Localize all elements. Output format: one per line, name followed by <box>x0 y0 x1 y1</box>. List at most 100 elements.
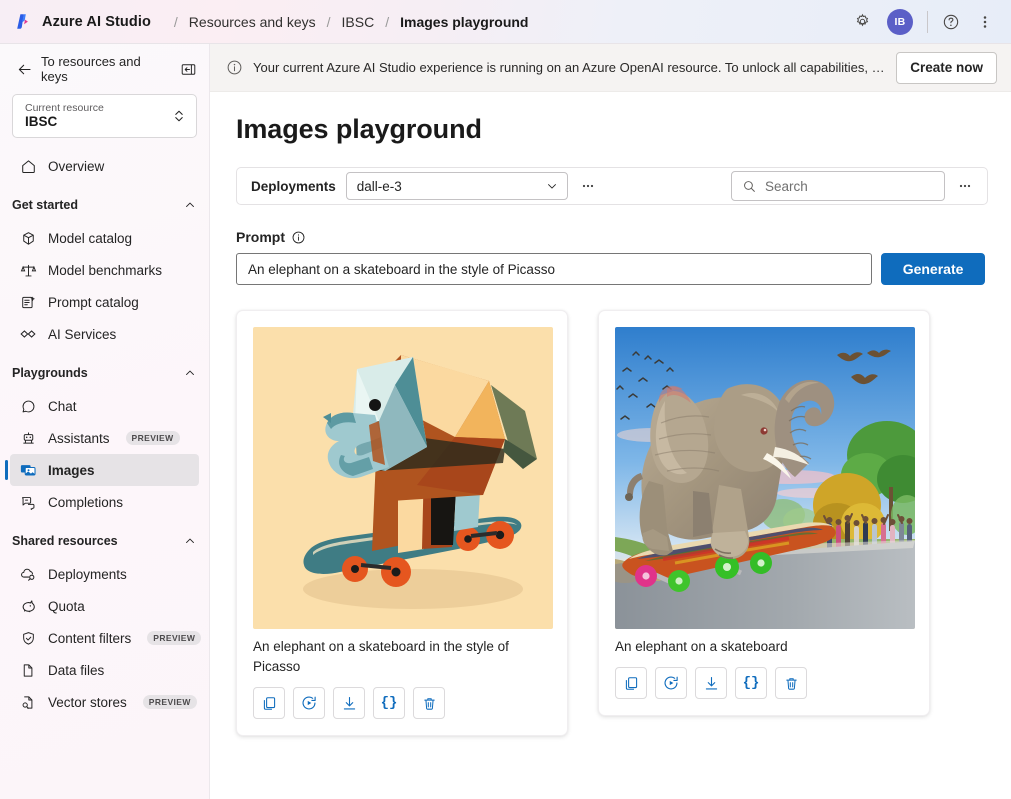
page-title: Images playground <box>236 114 482 144</box>
json-braces-icon[interactable]: {} <box>373 687 405 719</box>
trash-icon[interactable] <box>775 667 807 699</box>
sidebar-item-completions[interactable]: Completions <box>10 486 199 518</box>
sidebar-group-shared-resources-title: Shared resources <box>12 534 118 548</box>
sidebar-item-content-filters-label: Content filters <box>48 630 132 646</box>
brand[interactable]: Azure AI Studio <box>0 12 151 32</box>
prompt-sparkle-icon <box>19 293 37 311</box>
json-braces-icon[interactable]: {} <box>735 667 767 699</box>
copy-icon[interactable] <box>615 667 647 699</box>
sidebar-group-playgrounds[interactable]: Playgrounds <box>12 358 197 388</box>
prompt-label: Prompt <box>236 229 285 245</box>
generated-image-realistic-elephant[interactable] <box>615 327 915 629</box>
sidebar-item-assistants-label: Assistants <box>48 430 110 446</box>
more-vertical-icon[interactable] <box>969 6 1001 38</box>
card-actions: {} <box>615 667 913 699</box>
cloud-deploy-icon <box>19 565 37 583</box>
chevron-up-icon <box>183 534 197 548</box>
trash-icon[interactable] <box>413 687 445 719</box>
create-now-button[interactable]: Create now <box>896 51 997 84</box>
sidebar-item-chat-label: Chat <box>48 398 77 414</box>
piggy-bank-icon <box>19 597 37 615</box>
sidebar-item-prompt-catalog[interactable]: Prompt catalog <box>10 286 199 318</box>
upgrade-banner-text: Your current Azure AI Studio experience … <box>253 60 887 75</box>
current-resource-label: Current resource <box>25 102 104 114</box>
preview-badge: PREVIEW <box>142 695 197 709</box>
header-divider <box>927 10 928 33</box>
deployments-label: Deployments <box>251 178 336 194</box>
sidebar-back-to-resources[interactable]: To resources and keys <box>0 54 209 84</box>
preview-badge: PREVIEW <box>147 631 202 645</box>
sidebar-item-data-files-label: Data files <box>48 662 105 678</box>
sidebar-item-ai-services-label: AI Services <box>48 326 117 342</box>
regenerate-icon[interactable] <box>293 687 325 719</box>
sidebar-item-quota[interactable]: Quota <box>10 590 199 622</box>
sidebar-item-model-catalog-label: Model catalog <box>48 230 133 246</box>
info-circle-icon[interactable] <box>291 230 306 245</box>
breadcrumb-separator-3: / <box>385 13 390 30</box>
gear-icon[interactable] <box>846 6 878 38</box>
download-icon[interactable] <box>695 667 727 699</box>
chat-bubble-icon <box>19 397 37 415</box>
info-circle-icon <box>226 59 243 76</box>
copy-icon[interactable] <box>253 687 285 719</box>
prompt-input[interactable] <box>236 253 873 285</box>
sidebar-item-ai-services[interactable]: AI Services <box>10 318 199 350</box>
robot-icon <box>19 429 37 447</box>
sidebar-item-model-benchmarks[interactable]: Model benchmarks <box>10 254 199 286</box>
deployment-more-icon[interactable] <box>574 172 602 200</box>
question-circle-icon[interactable] <box>935 6 967 38</box>
sidebar-item-images[interactable]: Images <box>5 454 199 486</box>
chevron-down-icon <box>545 179 559 193</box>
generated-images-list: An elephant on a skateboard in the style… <box>236 310 985 736</box>
sidebar-item-model-benchmarks-label: Model benchmarks <box>48 262 163 278</box>
sidebar-back-label: To resources and keys <box>41 54 141 84</box>
deployment-select[interactable]: dall-e-3 <box>345 172 568 200</box>
sidebar-item-vector-stores[interactable]: Vector stores PREVIEW <box>10 686 199 718</box>
shield-check-icon <box>19 629 37 647</box>
sidebar-group-playgrounds-title: Playgrounds <box>12 366 88 380</box>
toolbar-more-icon[interactable] <box>951 172 979 200</box>
deployment-select-value: dall-e-3 <box>356 178 402 194</box>
avatar[interactable]: IB <box>887 8 913 35</box>
playground-toolbar: Deployments dall-e-3 <box>236 167 988 205</box>
cube-icon <box>19 229 37 247</box>
search-icon <box>742 179 757 194</box>
scales-icon <box>19 261 37 279</box>
current-resource-value: IBSC <box>25 114 58 129</box>
sidebar-item-deployments[interactable]: Deployments <box>10 558 199 590</box>
sidebar-item-chat[interactable]: Chat <box>10 390 199 422</box>
generate-button[interactable]: Generate <box>881 253 985 285</box>
generated-image-caption: An elephant on a skateboard <box>615 639 788 654</box>
app-header: Azure AI Studio / Resources and keys / I… <box>0 0 1011 44</box>
regenerate-icon[interactable] <box>655 667 687 699</box>
breadcrumb-item-resources-and-keys[interactable]: Resources and keys <box>189 14 316 30</box>
sidebar-item-completions-label: Completions <box>48 494 124 510</box>
search-box[interactable] <box>731 171 945 201</box>
card-actions: {} <box>253 687 551 719</box>
ai-services-icon <box>19 325 37 343</box>
panel-collapse-icon[interactable] <box>177 58 199 80</box>
sidebar-item-content-filters[interactable]: Content filters PREVIEW <box>10 622 202 654</box>
sidebar-group-shared-resources[interactable]: Shared resources <box>12 526 197 556</box>
header-actions: IB <box>846 6 1011 38</box>
sidebar-item-assistants[interactable]: Assistants PREVIEW <box>10 422 199 454</box>
sidebar-item-quota-label: Quota <box>48 598 85 614</box>
generated-image-cubist-elephant[interactable] <box>253 327 553 629</box>
download-icon[interactable] <box>333 687 365 719</box>
generated-image-card: An elephant on a skateboard {} <box>598 310 930 716</box>
sidebar-item-overview[interactable]: Overview <box>10 150 199 182</box>
sidebar-item-model-catalog[interactable]: Model catalog <box>10 222 199 254</box>
sidebar-group-get-started[interactable]: Get started <box>12 190 197 220</box>
sidebar-group-get-started-title: Get started <box>12 198 78 212</box>
sidebar-item-data-files[interactable]: Data files <box>10 654 199 686</box>
current-resource-selector[interactable]: Current resource IBSC <box>12 94 197 138</box>
breadcrumb-item-ibsc[interactable]: IBSC <box>342 14 375 30</box>
breadcrumb: / Resources and keys / IBSC / Images pla… <box>163 14 529 30</box>
breadcrumb-separator-1: / <box>173 13 178 30</box>
azure-ai-studio-logo-icon <box>14 12 34 32</box>
sidebar-item-vector-stores-label: Vector stores <box>48 694 127 710</box>
brand-name: Azure AI Studio <box>42 13 151 30</box>
search-input[interactable] <box>765 178 934 194</box>
preview-badge: PREVIEW <box>125 431 180 445</box>
generated-image-caption: An elephant on a skateboard in the style… <box>253 639 509 674</box>
